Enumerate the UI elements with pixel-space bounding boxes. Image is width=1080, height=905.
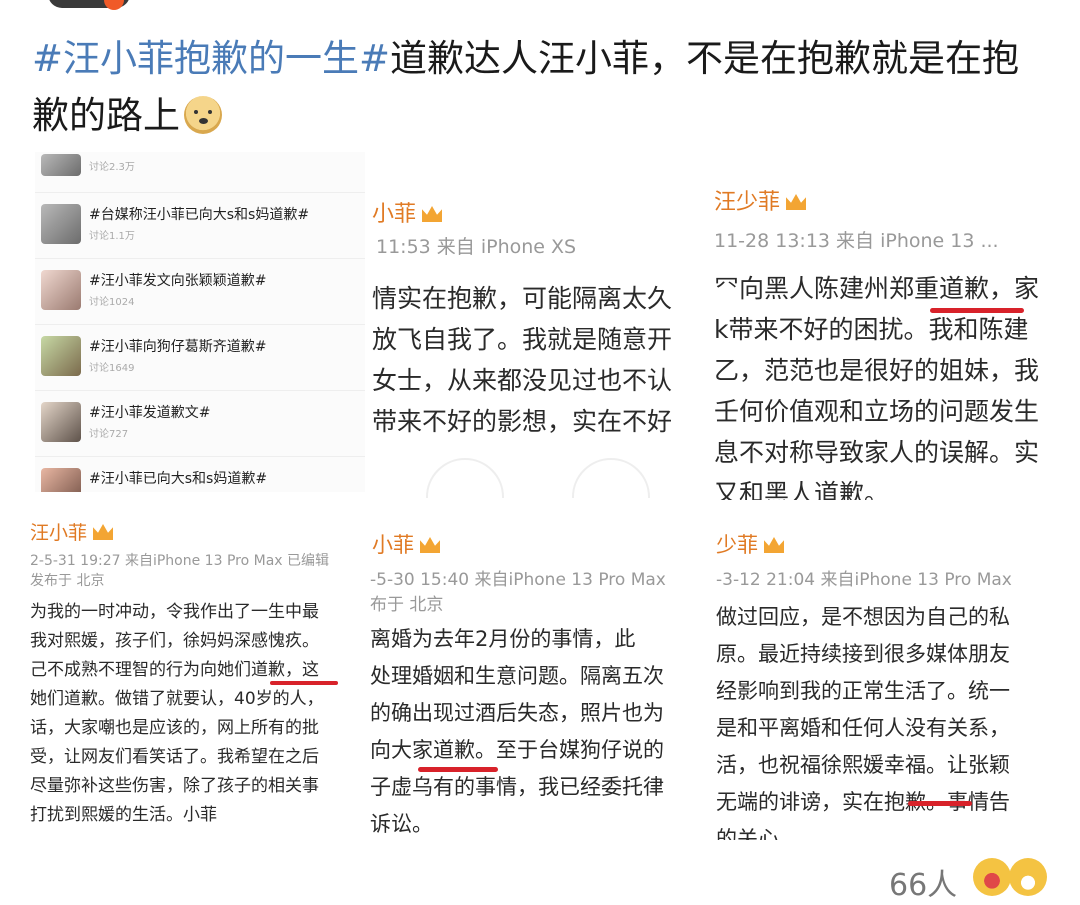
username: 汪少菲 <box>714 184 807 216</box>
highlight-underline <box>908 801 972 806</box>
post-body: 为我的一时冲动，令我作出了一生中最 我对熙媛，孩子们，徐妈妈深感愧疚。 己不成熟… <box>30 602 324 825</box>
topic-thumbnail <box>41 270 81 310</box>
doge-icon <box>184 96 222 134</box>
topic-discussion-count: 讨论1024 <box>89 297 135 308</box>
prev-post-strip <box>0 0 1080 14</box>
share-button[interactable] <box>426 458 504 498</box>
username: 小菲 <box>372 529 440 559</box>
topic-discussion-count: 讨论2.3万 <box>89 162 135 173</box>
topic-discussion-count: 讨论1649 <box>89 363 135 374</box>
topic-title: #汪小菲向狗仔葛斯齐道歉# <box>89 339 267 355</box>
post-meta: 11-28 13:13 来自 iPhone 13 ... <box>714 230 999 252</box>
highlight-underline <box>270 681 338 685</box>
topic-thumbnail <box>41 402 81 442</box>
screenshot-panel-5[interactable]: 小菲 -5-30 15:40 来自iPhone 13 Pro Max 布于 北京… <box>368 515 706 845</box>
list-item: #汪小菲已向大s和s妈道歉# <box>35 456 365 492</box>
topic-title: #汪小菲发文向张颖颖道歉# <box>89 273 267 289</box>
highlight-underline <box>930 308 1024 313</box>
reaction-count[interactable]: 66人 <box>889 860 957 904</box>
screenshot-panel-4[interactable]: 汪小菲 2-5-31 19:27 来自iPhone 13 Pro Max 已编辑… <box>30 510 368 825</box>
post-body: 情实在抱歉，可能隔离太久 放飞自我了。我就是随意开 女士，从来都没见过也不认 带… <box>372 284 673 436</box>
post-location: 布于 北京 <box>370 595 444 615</box>
post-location: 发布于 北京 <box>30 573 105 589</box>
list-item: 讨论2.3万 <box>35 152 365 193</box>
topic-discussion-count: 讨论1.1万 <box>89 231 135 242</box>
crown-icon <box>786 194 807 210</box>
list-item: #汪小菲发道歉文# 讨论727 <box>35 390 365 457</box>
crown-icon <box>93 524 114 540</box>
list-item: #汪小菲向狗仔葛斯齐道歉# 讨论1649 <box>35 324 365 391</box>
topic-thumbnail <box>41 204 81 244</box>
post-meta: 2-5-31 19:27 来自iPhone 13 Pro Max 已编辑 <box>30 553 330 569</box>
screenshot-panel-2[interactable]: 小菲 11:53 来自 iPhone XS 情实在抱歉，可能隔离太久 放飞自我了… <box>368 160 706 498</box>
topic-discussion-count: 讨论727 <box>89 429 129 440</box>
username: 少菲 <box>716 529 784 559</box>
topic-thumbnail <box>41 336 81 376</box>
list-item: #台媒称汪小菲已向大s和s妈道歉# 讨论1.1万 <box>35 192 365 259</box>
username: 汪小菲 <box>30 518 114 545</box>
screenshot-panel-3[interactable]: 汪少菲 11-28 13:13 来自 iPhone 13 ... ⺳向黑人陈建州… <box>712 160 1052 500</box>
topic-title: #汪小菲发道歉文# <box>89 405 211 421</box>
verified-badge-icon <box>104 0 124 10</box>
topic-thumbnail <box>41 154 81 176</box>
highlight-underline <box>418 767 498 772</box>
crown-icon <box>420 537 440 553</box>
laugh-cry-icon[interactable] <box>973 858 1011 896</box>
hashtag-link[interactable]: #汪小菲抱歉的一生# <box>32 37 390 80</box>
grin-icon[interactable] <box>1009 858 1047 896</box>
post-meta: -3-12 21:04 来自iPhone 13 Pro Max <box>716 570 1012 590</box>
topic-title: #汪小菲已向大s和s妈道歉# <box>89 471 268 487</box>
post-meta: 11:53 来自 iPhone XS <box>376 236 577 258</box>
topic-thumbnail <box>41 468 81 492</box>
list-item: #汪小菲发文向张颖颖道歉# 讨论1024 <box>35 258 365 325</box>
screenshot-panel-6[interactable]: 少菲 -3-12 21:04 来自iPhone 13 Pro Max 做过回应，… <box>710 515 1055 840</box>
post-meta: -5-30 15:40 来自iPhone 13 Pro Max <box>370 570 666 590</box>
crown-icon <box>764 537 784 553</box>
post-body: 离婚为去年2月份的事情，此 处理婚姻和生意问题。隔离五次 的确出现过酒后失态，照… <box>370 627 664 836</box>
post-body: ⺳向黑人陈建州郑重道歉，家 k带来不好的困扰。我和陈建 乙，范范也是很好的姐妹，… <box>714 274 1040 500</box>
post-text: #汪小菲抱歉的一生#道歉达人汪小菲，不是在抱歉就是在抱歉的路上 <box>32 30 1042 144</box>
topic-list-image[interactable]: 讨论2.3万 #台媒称汪小菲已向大s和s妈道歉# 讨论1.1万 #汪小菲发文向张… <box>35 152 365 492</box>
crown-icon <box>422 206 443 222</box>
comment-button[interactable] <box>572 458 650 498</box>
username: 小菲 <box>372 196 443 228</box>
topic-title: #台媒称汪小菲已向大s和s妈道歉# <box>89 207 310 223</box>
